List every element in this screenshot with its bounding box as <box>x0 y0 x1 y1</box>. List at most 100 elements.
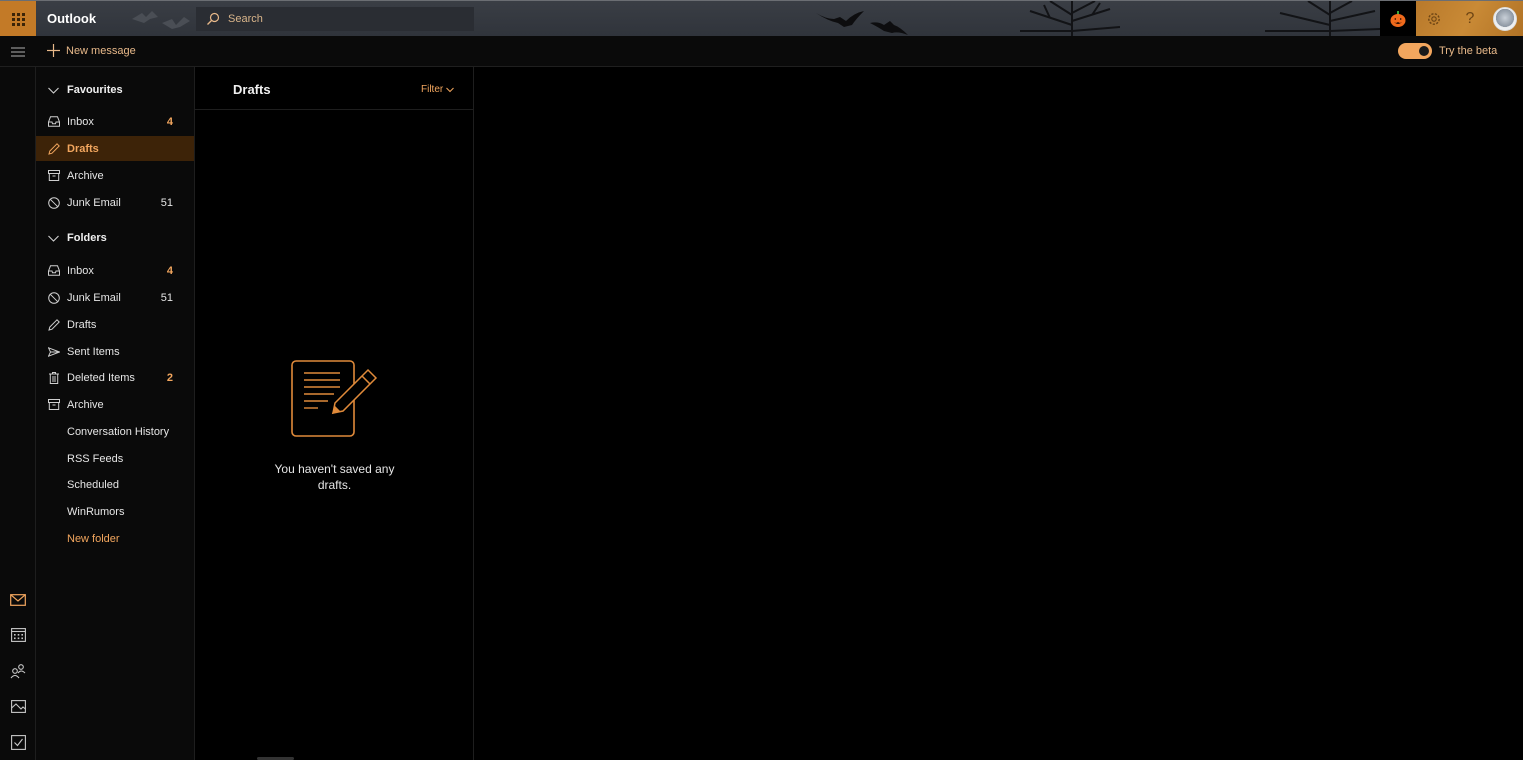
favourites-item-inbox[interactable]: Inbox 4 <box>36 109 194 134</box>
trash-icon <box>48 371 60 384</box>
folder-label: Conversation History <box>67 425 170 438</box>
folder-label: Junk Email <box>67 196 121 209</box>
send-icon <box>48 346 60 358</box>
app-launcher-icon <box>11 12 25 26</box>
folder-item-deleted-items[interactable]: Deleted Items 2 <box>36 365 194 390</box>
chevron-down-icon <box>446 87 455 92</box>
calendar-icon <box>10 628 26 642</box>
message-list-header: Drafts Filter <box>195 67 474 110</box>
folder-item-winrumors[interactable]: WinRumors <box>36 499 194 524</box>
favourites-header[interactable]: Favourites <box>36 77 194 103</box>
rail-photos-button[interactable] <box>9 697 27 715</box>
empty-state: You haven't saved any drafts. <box>195 359 474 493</box>
filter-label: Filter <box>421 84 444 95</box>
drafts-illustration-icon <box>290 360 377 437</box>
archive-icon <box>48 170 60 182</box>
module-rail <box>0 67 36 760</box>
folder-item-scheduled[interactable]: Scheduled <box>36 472 194 497</box>
settings-button[interactable] <box>1416 1 1452 36</box>
folder-label: Deleted Items <box>67 371 135 384</box>
folder-label: Drafts <box>67 142 99 155</box>
list-title: Drafts <box>233 82 271 97</box>
app-title[interactable]: Outlook <box>47 11 96 26</box>
folder-label: Drafts <box>67 318 97 331</box>
folder-label: Archive <box>67 398 104 411</box>
bat-decoration-icon <box>132 11 190 29</box>
favourites-label: Favourites <box>67 84 123 96</box>
navigation-toggle-button[interactable] <box>0 36 36 67</box>
account-button[interactable] <box>1487 1 1523 36</box>
folder-label: Inbox <box>67 115 94 128</box>
message-list: Drafts Filter You haven't saved any draf <box>195 67 474 760</box>
folder-item-rss-feeds[interactable]: RSS Feeds <box>36 446 194 471</box>
empty-state-message: You haven't saved any drafts. <box>274 462 395 492</box>
toggle-knob <box>1419 46 1429 56</box>
rail-tasks-button[interactable] <box>9 733 27 751</box>
archive-icon <box>48 399 60 411</box>
folder-item-inbox[interactable]: Inbox 4 <box>36 258 194 283</box>
filter-button[interactable]: Filter <box>421 84 455 95</box>
try-beta-label: Try the beta <box>1439 45 1498 57</box>
reading-pane <box>475 67 1523 760</box>
rail-mail-button[interactable] <box>9 591 27 609</box>
unread-count: 2 <box>166 371 173 384</box>
app-launcher-button[interactable] <box>0 1 36 36</box>
inbox-icon <box>48 265 60 277</box>
folder-item-junk-email[interactable]: Junk Email 51 <box>36 285 194 310</box>
folder-item-archive[interactable]: Archive <box>36 392 194 417</box>
people-icon <box>10 664 26 679</box>
folder-label: RSS Feeds <box>67 452 124 465</box>
mail-icon <box>10 594 26 606</box>
hamburger-icon <box>11 47 25 56</box>
inbox-icon <box>48 116 60 128</box>
help-button[interactable]: ? <box>1452 1 1488 36</box>
user-avatar <box>1493 7 1517 31</box>
search-placeholder: Search <box>228 13 263 25</box>
new-folder-label: New folder <box>67 532 120 545</box>
help-icon: ? <box>1465 10 1475 27</box>
tree-decoration-icon <box>1265 1 1380 36</box>
header-tools: ? <box>1416 1 1523 36</box>
favourites-item-archive[interactable]: Archive <box>36 163 194 188</box>
search-box[interactable]: Search <box>196 7 474 31</box>
folder-label: Sent Items <box>67 345 120 358</box>
folder-label: Scheduled <box>67 478 119 491</box>
folder-label: Inbox <box>67 264 94 277</box>
pumpkin-icon <box>1390 11 1406 27</box>
tree-decoration-icon <box>1020 1 1120 36</box>
folder-label: Archive <box>67 169 104 182</box>
photos-icon <box>10 699 26 713</box>
item-count: 51 <box>160 196 173 209</box>
pencil-icon <box>48 142 60 155</box>
chevron-down-icon <box>48 87 59 94</box>
item-count: 51 <box>160 291 173 304</box>
rail-calendar-button[interactable] <box>9 626 27 644</box>
folder-label: Junk Email <box>67 291 121 304</box>
folders-label: Folders <box>67 232 107 244</box>
folder-item-conversation-history[interactable]: Conversation History <box>36 419 194 444</box>
search-icon <box>207 12 220 25</box>
blocked-icon <box>48 291 60 304</box>
try-beta-control: Try the beta <box>1398 43 1497 59</box>
top-bar: Outlook Search ? <box>0 0 1523 36</box>
beta-toggle[interactable] <box>1398 43 1432 59</box>
folder-item-sent-items[interactable]: Sent Items <box>36 339 194 364</box>
favourites-item-drafts[interactable]: Drafts <box>36 136 194 161</box>
new-message-label: New message <box>66 44 136 57</box>
settings-gear-icon <box>1428 13 1440 25</box>
rail-people-button[interactable] <box>9 662 27 680</box>
new-message-button[interactable]: New message <box>47 44 136 57</box>
tasks-icon <box>10 734 26 750</box>
favourites-item-junk-email[interactable]: Junk Email 51 <box>36 190 194 215</box>
command-bar: New message Try the beta <box>0 36 1523 67</box>
unread-count: 4 <box>166 264 173 277</box>
blocked-icon <box>48 196 60 209</box>
pumpkin-button[interactable] <box>1380 1 1416 36</box>
folders-header[interactable]: Folders <box>36 225 194 251</box>
folder-item-drafts[interactable]: Drafts <box>36 312 194 337</box>
new-folder-link[interactable]: New folder <box>36 526 194 551</box>
bats-decoration-icon <box>816 11 908 35</box>
folder-pane: Favourites Inbox 4 Drafts Archive Junk E… <box>36 67 195 760</box>
chevron-down-icon <box>48 235 59 242</box>
unread-count: 4 <box>166 115 173 128</box>
